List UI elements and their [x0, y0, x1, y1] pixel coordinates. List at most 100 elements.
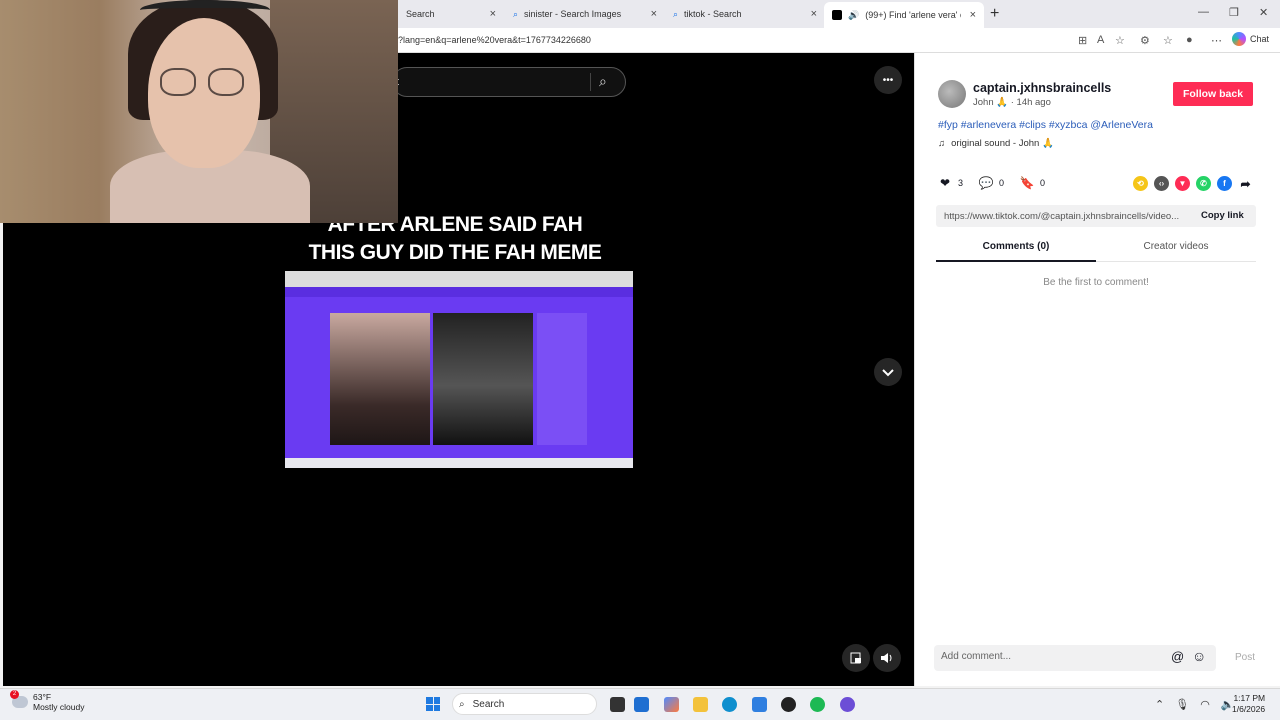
chevron-up-icon[interactable]: ⌃: [1155, 698, 1164, 711]
whatsapp-icon[interactable]: ✆: [1196, 176, 1211, 191]
close-window-button[interactable]: ✕: [1259, 6, 1268, 19]
webcam-overlay: [0, 0, 398, 223]
copilot-app-icon[interactable]: [664, 697, 679, 712]
save-button[interactable]: 🔖 0: [1020, 176, 1045, 190]
copy-link-button[interactable]: Copy link: [1201, 210, 1244, 221]
taskbar-search[interactable]: ⌕ Search: [452, 693, 597, 715]
like-button[interactable]: ❤ 3: [938, 176, 963, 190]
tab-title: tiktok - Search: [684, 9, 742, 19]
next-video-button[interactable]: [874, 358, 902, 386]
tab-comments[interactable]: Comments (0): [936, 236, 1096, 262]
browser-tab-tiktok-search[interactable]: ⌕ tiktok - Search ×: [665, 4, 825, 24]
webcam-glasses-right: [208, 68, 244, 96]
chevron-down-icon: [882, 369, 894, 377]
pip-button[interactable]: [842, 644, 870, 672]
mail-icon[interactable]: [752, 697, 767, 712]
clock-date: 1/6/2026: [1232, 704, 1266, 714]
post-comment-button[interactable]: Post: [1235, 652, 1255, 663]
tab-creator-videos[interactable]: Creator videos: [1096, 236, 1256, 262]
system-tray: ⌃ 🎙 ◠ 🔈: [1155, 698, 1235, 711]
volume-button[interactable]: [873, 644, 901, 672]
post-sound[interactable]: ♫ original sound - John 🙏: [938, 138, 1054, 149]
search-icon: ⌕: [513, 8, 519, 19]
windows-logo-part: [426, 704, 433, 711]
browser-tab-search[interactable]: Search ×: [398, 4, 504, 24]
send-icon[interactable]: ▼: [1175, 176, 1190, 191]
profile-avatar[interactable]: ●: [1186, 34, 1193, 46]
post-actions: ❤ 3 💬 0 🔖 0: [938, 176, 1053, 190]
more-options-button[interactable]: •••: [874, 66, 902, 94]
username[interactable]: captain.jxhnsbraincells: [973, 81, 1111, 95]
post-hashtags[interactable]: #fyp #arlenevera #clips #xyzbca @ArleneV…: [938, 119, 1153, 131]
share-arrow-icon[interactable]: ➦: [1238, 176, 1253, 191]
embed-icon[interactable]: ‹›: [1154, 176, 1169, 191]
cloud-icon: 2: [10, 690, 28, 708]
sound-label: original sound - John 🙏: [951, 138, 1054, 149]
discord-icon[interactable]: [840, 697, 855, 712]
weather-temperature: 63°F: [33, 692, 52, 702]
volume-icon: [881, 653, 892, 663]
weather-widget[interactable]: 2 63°F Mostly cloudy: [10, 690, 85, 712]
wifi-icon[interactable]: ◠: [1200, 698, 1210, 711]
inner-taskbar: [285, 458, 633, 468]
tab-title: Search: [406, 9, 435, 19]
search-icon: ⌕: [673, 8, 679, 19]
extensions-icon[interactable]: ⚙: [1140, 34, 1150, 47]
spotify-icon[interactable]: [810, 697, 825, 712]
webcam-headphones: [140, 0, 270, 20]
notification-badge: 2: [10, 690, 19, 699]
speaker-icon: 🔊: [848, 9, 860, 20]
maximize-button[interactable]: ❐: [1229, 6, 1239, 19]
emoji-icon[interactable]: ☺: [1192, 648, 1206, 664]
read-aloud-icon[interactable]: A: [1097, 34, 1104, 46]
weather-condition: Mostly cloudy: [33, 702, 85, 712]
clock-time: 1:17 PM: [1233, 693, 1266, 703]
file-explorer-icon[interactable]: [693, 697, 708, 712]
comment-icon: 💬: [978, 176, 994, 190]
inner-browser-bar: [285, 271, 633, 287]
comment-placeholder[interactable]: Add comment...: [941, 651, 1011, 662]
minimize-button[interactable]: —: [1198, 6, 1209, 18]
close-icon[interactable]: ×: [811, 8, 817, 20]
edge-icon[interactable]: [722, 697, 737, 712]
app-icon[interactable]: [781, 697, 796, 712]
tab-title: sinister - Search Images: [524, 9, 622, 19]
close-icon[interactable]: ×: [651, 8, 657, 20]
microphone-icon[interactable]: 🎙: [1175, 698, 1189, 711]
inner-toolbar: [285, 287, 633, 297]
system-clock[interactable]: 1:17 PM 1/6/2026: [1232, 693, 1265, 715]
store-icon[interactable]: [634, 697, 649, 712]
empty-comments-message: Be the first to comment!: [1043, 277, 1149, 288]
start-button[interactable]: [426, 697, 440, 711]
browser-tab-sinister[interactable]: ⌕ sinister - Search Images ×: [505, 4, 665, 24]
copilot-chat-button[interactable]: Chat: [1232, 32, 1269, 46]
avatar[interactable]: [938, 80, 966, 108]
share-link-text[interactable]: https://www.tiktok.com/@captain.jxhnsbra…: [944, 211, 1194, 222]
task-view-icon[interactable]: [610, 697, 625, 712]
close-icon[interactable]: ×: [970, 9, 976, 21]
new-tab-button[interactable]: +: [990, 5, 999, 23]
mention-icon[interactable]: @: [1171, 649, 1184, 664]
favorite-star-icon[interactable]: ☆: [1115, 34, 1125, 47]
search-icon: ⌕: [459, 698, 465, 710]
facebook-icon[interactable]: f: [1217, 176, 1232, 191]
browser-tab-tiktok[interactable]: 🔊 (99+) Find 'arlene vera' on Tik ×: [824, 2, 984, 28]
comment-button[interactable]: 💬 0: [979, 176, 1004, 190]
app-available-icon[interactable]: ⊞: [1078, 34, 1087, 47]
display-name: John 🙏: [973, 97, 1009, 108]
user-subtitle: John 🙏 · 14h ago: [973, 97, 1051, 108]
search-divider: [590, 73, 591, 91]
save-count: 0: [1040, 178, 1046, 188]
favorites-icon[interactable]: ☆: [1163, 34, 1173, 47]
url-text[interactable]: ?lang=en&q=arlene%20vera&t=1767734226680: [398, 35, 591, 45]
chat-label: Chat: [1250, 34, 1270, 44]
tab-title: (99+) Find 'arlene vera' on Tik: [865, 10, 961, 20]
follow-back-button[interactable]: Follow back: [1173, 82, 1253, 106]
close-icon[interactable]: ×: [490, 8, 496, 20]
search-icon[interactable]: ⌕: [599, 73, 607, 90]
repost-icon[interactable]: ⟲: [1133, 176, 1148, 191]
more-menu-icon[interactable]: ⋯: [1211, 34, 1222, 47]
bookmark-icon: 🔖: [1019, 176, 1035, 190]
post-time: 14h ago: [1016, 97, 1051, 108]
video-caption-line-2: THIS GUY DID THE FAH MEME: [308, 241, 602, 264]
